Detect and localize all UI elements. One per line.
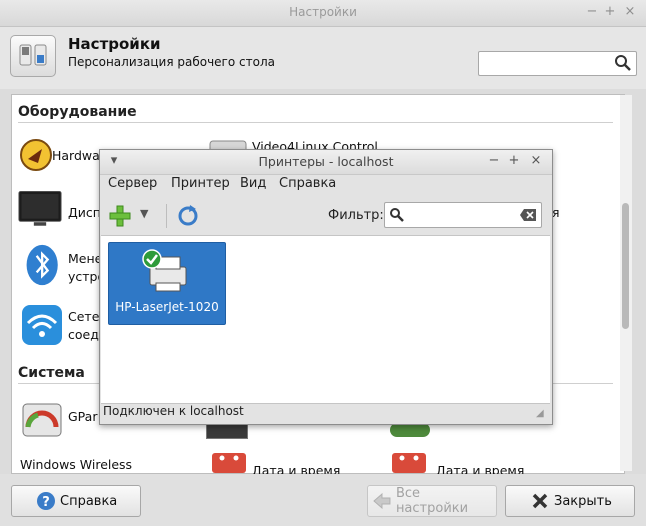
minimize-button[interactable]: − xyxy=(486,153,502,169)
printers-window: ▾ Принтеры - localhost − + × Сервер Прин… xyxy=(99,149,553,425)
item-label[interactable]: GPar xyxy=(68,409,97,424)
help-button-label: Справка xyxy=(60,493,118,509)
toolbar-separator xyxy=(166,204,167,228)
add-dropdown-icon[interactable]: ▼ xyxy=(140,207,148,220)
hidden-item-icon xyxy=(206,423,248,439)
section-title-hardware: Оборудование xyxy=(18,104,137,120)
settings-app-icon xyxy=(10,35,56,77)
maximize-button[interactable]: + xyxy=(506,153,522,169)
close-icon xyxy=(532,493,548,509)
svg-text:?: ? xyxy=(42,495,50,510)
title-bar[interactable]: Настройки − + × xyxy=(0,0,646,27)
refresh-icon[interactable] xyxy=(176,204,200,228)
help-button[interactable]: ? Справка xyxy=(11,485,141,517)
scrollbar-thumb[interactable] xyxy=(622,203,629,329)
search-input[interactable] xyxy=(478,51,637,76)
window-title: Настройки xyxy=(289,5,357,19)
hidden-item-icon xyxy=(390,423,430,437)
calendar-icon[interactable] xyxy=(388,451,432,473)
display-monitor-icon[interactable] xyxy=(18,187,62,231)
minimize-button[interactable]: − xyxy=(584,4,600,20)
printers-window-title: Принтеры - localhost xyxy=(258,154,394,169)
item-label[interactable]: Мене xyxy=(68,251,102,266)
wifi-icon[interactable] xyxy=(20,303,64,347)
status-bar-text: Подключен к localhost xyxy=(103,404,244,418)
close-window-button[interactable]: × xyxy=(622,4,638,20)
help-icon: ? xyxy=(37,492,55,510)
menu-help[interactable]: Справка xyxy=(279,176,336,191)
page-subtitle: Персонализация рабочего стола xyxy=(68,55,275,69)
bluetooth-icon[interactable] xyxy=(22,243,66,287)
item-label[interactable]: Windows Wireless xyxy=(20,457,132,472)
menu-view[interactable]: Вид xyxy=(240,176,266,191)
section-divider xyxy=(18,122,613,123)
menu-server[interactable]: Сервер xyxy=(108,176,157,191)
close-window-button[interactable]: × xyxy=(528,153,544,169)
item-label[interactable]: я xyxy=(552,205,560,220)
search-icon xyxy=(615,55,631,71)
menu-printer[interactable]: Принтер xyxy=(171,176,230,191)
printer-icon xyxy=(142,249,187,292)
back-arrow-icon xyxy=(373,492,391,510)
section-title-system: Система xyxy=(18,365,85,381)
all-settings-button[interactable]: Все настройки xyxy=(367,485,497,517)
item-label[interactable]: Дисп xyxy=(68,205,101,220)
add-printer-icon[interactable] xyxy=(108,204,132,228)
toolbar: ▼ Фильтр: xyxy=(100,198,552,234)
printers-list: HP-LaserJet-1020 xyxy=(101,235,550,404)
menu-bar: Сервер Принтер Вид Справка xyxy=(100,175,552,197)
printer-name: HP-LaserJet-1020 xyxy=(115,300,219,314)
all-settings-label: Все настройки xyxy=(395,486,469,516)
close-button-label: Закрыть xyxy=(554,493,612,509)
search-icon xyxy=(390,208,404,222)
filter-input[interactable] xyxy=(384,202,542,228)
vertical-scrollbar[interactable] xyxy=(620,95,632,471)
item-label[interactable]: Hardwa xyxy=(52,148,100,163)
calendar-icon[interactable] xyxy=(208,451,252,473)
resize-grip[interactable]: ◢ xyxy=(536,408,544,419)
printer-item[interactable]: HP-LaserJet-1020 xyxy=(108,242,226,325)
close-button[interactable]: Закрыть xyxy=(505,485,635,517)
page-title: Настройки xyxy=(68,35,161,53)
clear-filter-icon[interactable] xyxy=(519,208,537,222)
filter-label: Фильтр: xyxy=(328,208,384,223)
printers-title-bar[interactable]: ▾ Принтеры - localhost − + × xyxy=(100,150,552,175)
maximize-button[interactable]: + xyxy=(602,4,618,20)
gparted-icon[interactable] xyxy=(20,399,64,443)
